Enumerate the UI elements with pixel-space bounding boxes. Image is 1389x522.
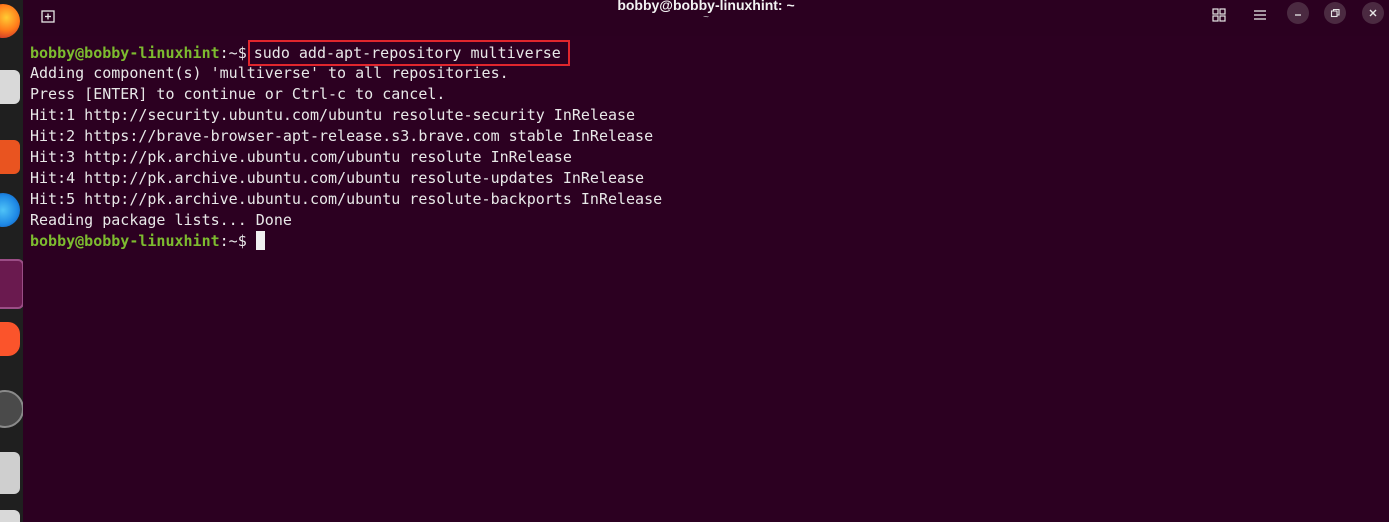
grid-view-icon — [1212, 8, 1226, 22]
title-bar: bobby@bobby-linuxhint: ~ ~ — [23, 0, 1389, 37]
output-line: Hit:1 http://security.ubuntu.com/ubuntu … — [30, 106, 636, 124]
browser-icon[interactable] — [0, 193, 20, 227]
dock — [0, 0, 23, 522]
prompt-separator: :~$ — [219, 232, 247, 250]
close-button[interactable] — [1362, 2, 1384, 24]
restore-button[interactable] — [1324, 2, 1346, 24]
final-prompt-line[interactable]: bobby@bobby-linuxhint:~$ — [30, 231, 265, 252]
disk-icon[interactable] — [0, 452, 20, 494]
prompt-separator: :~$ — [219, 44, 247, 62]
output-line: Adding component(s) 'multiverse' to all … — [30, 64, 509, 82]
prompt-user: bobby@bobby-linuxhint — [30, 232, 220, 250]
output-line: Hit:2 https://brave-browser-apt-release.… — [30, 127, 654, 145]
files-icon[interactable] — [0, 70, 20, 104]
firefox-icon[interactable] — [0, 4, 20, 38]
output-line: Hit:5 http://pk.archive.ubuntu.com/ubunt… — [30, 190, 663, 208]
menu-button[interactable] — [1247, 2, 1273, 28]
grid-view-button[interactable] — [1206, 2, 1232, 28]
close-icon — [1369, 9, 1377, 17]
clock-icon[interactable] — [0, 390, 23, 428]
restore-icon — [1330, 8, 1340, 18]
hamburger-menu-icon — [1254, 10, 1266, 20]
brave-icon[interactable] — [0, 322, 20, 356]
prompt-user: bobby@bobby-linuxhint — [30, 44, 220, 62]
extra-app-icon[interactable] — [0, 510, 20, 522]
terminal-output-area[interactable]: bobby@bobby-linuxhint:~$ sudo add-apt-rep… — [23, 36, 1389, 522]
app-store-icon[interactable] — [0, 140, 20, 174]
window-subtitle: ~ — [703, 12, 709, 23]
minimize-button[interactable] — [1287, 2, 1309, 24]
output-line: Hit:3 http://pk.archive.ubuntu.com/ubunt… — [30, 148, 572, 166]
output-line: Hit:4 http://pk.archive.ubuntu.com/ubunt… — [30, 169, 645, 187]
output-line: Reading package lists... Done — [30, 211, 292, 229]
text-cursor — [255, 231, 265, 250]
terminal-icon[interactable] — [0, 259, 23, 309]
minimize-icon — [1295, 14, 1301, 16]
output-line: Press [ENTER] to continue or Ctrl-c to c… — [30, 85, 446, 103]
